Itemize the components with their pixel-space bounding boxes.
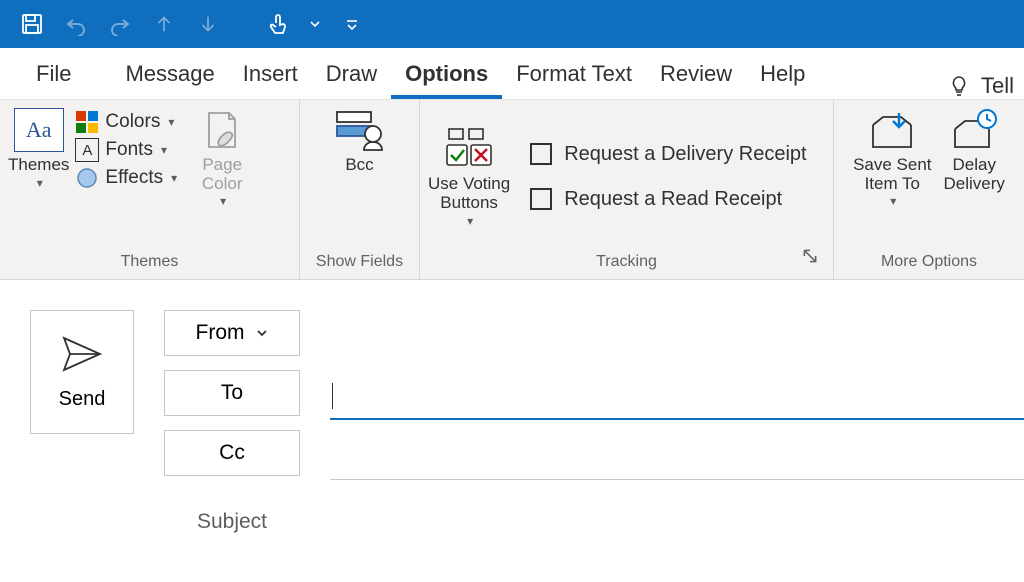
voting-icon <box>441 125 497 173</box>
group-themes-label: Themes <box>8 247 291 279</box>
chevron-down-icon <box>255 326 269 340</box>
up-arrow-icon[interactable] <box>150 10 178 38</box>
cc-button[interactable]: Cc <box>164 430 300 476</box>
cc-field[interactable] <box>330 434 1024 480</box>
to-field[interactable] <box>330 374 1024 420</box>
tab-options[interactable]: Options <box>391 51 502 99</box>
page-color-button[interactable]: Page Color ▾ <box>193 106 251 209</box>
colors-button[interactable]: Colors▾ <box>75 110 177 134</box>
group-tracking-label: Tracking <box>596 247 657 279</box>
tab-message[interactable]: Message <box>111 51 228 99</box>
themes-button[interactable]: Aa Themes ▾ <box>8 106 69 190</box>
redo-icon[interactable] <box>106 10 134 38</box>
use-voting-buttons[interactable]: Use Voting Buttons ▾ <box>428 125 510 228</box>
delay-delivery-icon <box>949 107 999 153</box>
checkbox-icon <box>530 188 552 210</box>
touch-mode-icon[interactable] <box>264 10 292 38</box>
tab-format-text[interactable]: Format Text <box>502 51 646 99</box>
lightbulb-icon <box>947 74 971 98</box>
fonts-icon: A <box>75 138 99 162</box>
subject-field[interactable] <box>330 500 1024 546</box>
text-caret <box>332 383 333 409</box>
undo-icon[interactable] <box>62 10 90 38</box>
tell-me-search[interactable]: Tell <box>947 73 1024 99</box>
effects-icon <box>75 166 99 190</box>
ribbon-body: Aa Themes ▾ Colors▾ A Fonts▾ Effects▾ <box>0 100 1024 280</box>
page-color-icon <box>199 107 245 153</box>
from-button[interactable]: From <box>164 310 300 356</box>
group-more-options-label: More Options <box>842 247 1016 279</box>
colors-icon <box>75 110 99 134</box>
save-sent-item-to-button[interactable]: Save Sent Item To ▾ <box>853 106 931 209</box>
tab-help[interactable]: Help <box>746 51 819 99</box>
from-field[interactable] <box>330 314 1024 360</box>
effects-button[interactable]: Effects▾ <box>75 166 177 190</box>
send-button[interactable]: Send <box>30 310 134 434</box>
group-tracking: Use Voting Buttons ▾ Request a Delivery … <box>420 100 834 279</box>
bcc-icon <box>333 106 387 154</box>
chevron-down-icon: ▾ <box>37 177 43 190</box>
to-button[interactable]: To <box>164 370 300 416</box>
touch-dropdown-icon[interactable] <box>308 10 322 38</box>
group-show-fields: Bcc Show Fields <box>300 100 420 279</box>
bcc-button[interactable]: Bcc <box>331 106 389 175</box>
save-sent-icon <box>867 107 917 153</box>
group-themes: Aa Themes ▾ Colors▾ A Fonts▾ Effects▾ <box>0 100 300 279</box>
delay-delivery-button[interactable]: Delay Delivery <box>944 106 1005 193</box>
group-show-fields-label: Show Fields <box>308 247 411 279</box>
checkbox-icon <box>530 143 552 165</box>
dialog-launcher-icon[interactable] <box>801 247 819 265</box>
title-bar <box>0 0 1024 48</box>
fonts-button[interactable]: A Fonts▾ <box>75 138 177 162</box>
request-delivery-receipt-checkbox[interactable]: Request a Delivery Receipt <box>530 143 806 166</box>
tell-me-label: Tell <box>981 73 1014 99</box>
send-icon <box>60 334 104 374</box>
tab-insert[interactable]: Insert <box>229 51 312 99</box>
ribbon-tabs: File Message Insert Draw Options Format … <box>0 48 1024 100</box>
save-icon[interactable] <box>18 10 46 38</box>
tab-review[interactable]: Review <box>646 51 746 99</box>
compose-area: Send From To Cc Subject <box>0 280 1024 560</box>
request-read-receipt-checkbox[interactable]: Request a Read Receipt <box>530 188 806 211</box>
group-more-options: Save Sent Item To ▾ Delay Delivery More … <box>834 100 1024 279</box>
tab-draw[interactable]: Draw <box>312 51 391 99</box>
down-arrow-icon[interactable] <box>194 10 222 38</box>
tab-file[interactable]: File <box>22 51 85 99</box>
customize-qat-icon[interactable] <box>338 10 366 38</box>
subject-label: Subject <box>164 510 300 534</box>
